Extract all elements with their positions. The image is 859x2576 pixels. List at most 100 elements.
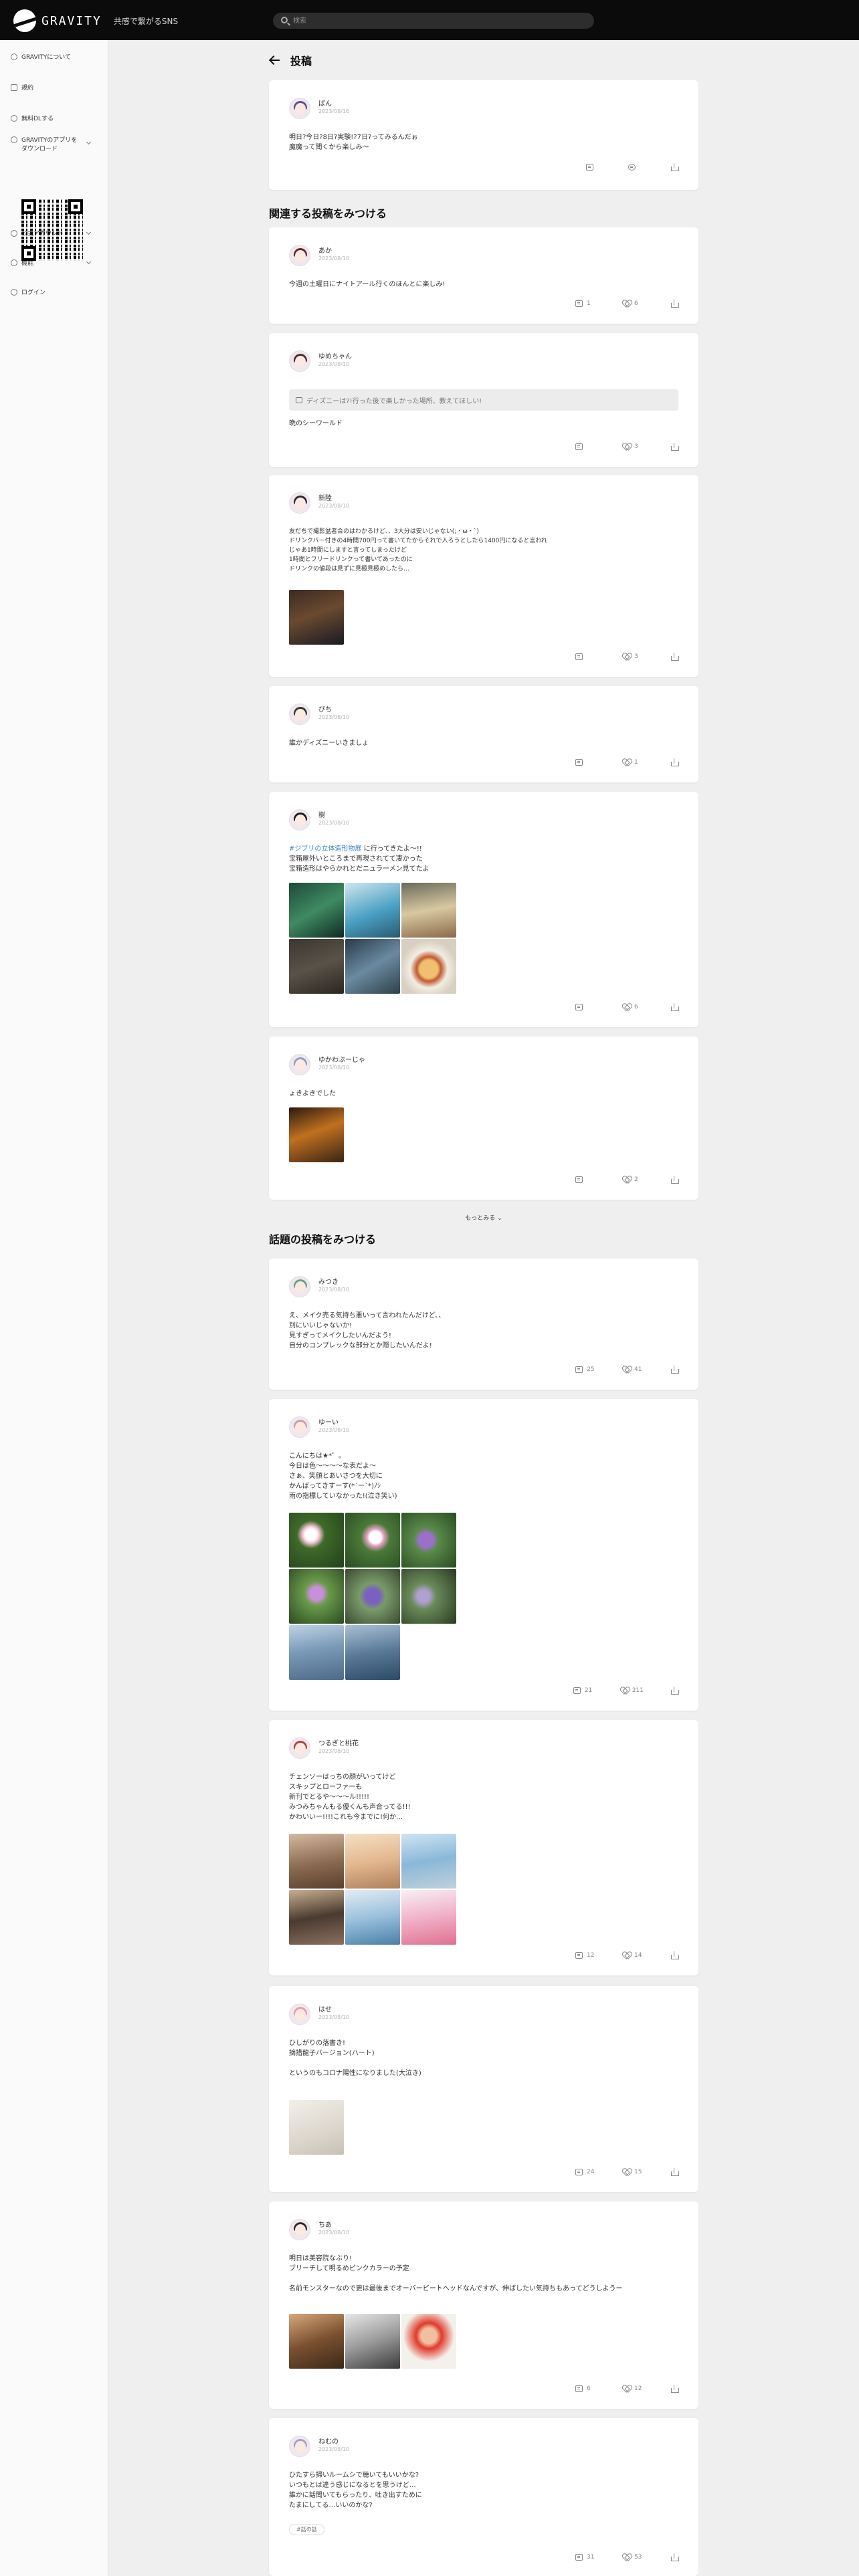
post-card[interactable]: 新陸 2023/08/10 友だちで撮影盆者合のはわかるけど、、3大分は安いじゃ…	[269, 475, 698, 677]
comment-button[interactable]	[575, 1004, 596, 1010]
share-button[interactable]	[670, 300, 679, 308]
like-button[interactable]: 41	[623, 1366, 644, 1373]
share-button[interactable]	[670, 1687, 679, 1695]
comment-button[interactable]: 6	[575, 2385, 596, 2392]
comment-button[interactable]	[575, 443, 596, 450]
avatar[interactable]	[289, 1416, 310, 1438]
like-button[interactable]: 53	[623, 2554, 644, 2561]
avatar[interactable]	[289, 2436, 310, 2457]
like-button[interactable]: 211	[621, 1687, 644, 1694]
sidebar-item-about[interactable]: GRAVITYについて	[11, 52, 71, 61]
sidebar-item-login[interactable]: ログイン	[11, 288, 45, 296]
post-image[interactable]	[401, 1513, 456, 1568]
search-bar[interactable]	[273, 13, 594, 29]
post-card[interactable]: ゆーい 2023/08/10 こんにちは★*゜。 今日は色〜〜〜〜な表だよ〜 さ…	[269, 1399, 698, 1711]
avatar[interactable]	[289, 704, 310, 725]
comment-button[interactable]: 31	[575, 2554, 596, 2561]
post-image[interactable]	[401, 1890, 456, 1945]
share-button[interactable]	[670, 653, 679, 661]
reply-button[interactable]	[628, 164, 640, 171]
post-image[interactable]	[345, 883, 400, 938]
avatar[interactable]	[289, 809, 310, 831]
post-image[interactable]	[289, 1834, 344, 1889]
post-card[interactable]: ちあ 2023/08/10 明日は美容院なぶり! ブリーチして明るめピンクカラー…	[269, 2202, 698, 2409]
like-button[interactable]: 6	[623, 1004, 644, 1010]
share-button[interactable]	[670, 1003, 679, 1011]
post-image[interactable]	[345, 2314, 400, 2369]
sidebar-item-download[interactable]: 無料DLする	[11, 114, 54, 122]
share-button[interactable]	[670, 163, 679, 171]
comment-button[interactable]	[575, 759, 596, 766]
sidebar-item-official[interactable]: 公式アカウント	[11, 229, 64, 237]
comment-button[interactable]: 1	[575, 300, 596, 307]
post-username[interactable]: ぴち	[318, 704, 332, 714]
avatar[interactable]	[289, 1276, 310, 1297]
post-username[interactable]: 新陸	[318, 492, 332, 502]
share-button[interactable]	[670, 758, 679, 766]
sidebar-item-app-download[interactable]: GRAVITYのアプリをダウンロード	[11, 136, 91, 154]
avatar[interactable]	[289, 350, 310, 372]
like-button[interactable]: 14	[623, 1952, 644, 1959]
comment-button[interactable]	[575, 1176, 596, 1183]
chevron-down-icon[interactable]	[86, 229, 92, 235]
comment-button[interactable]	[586, 164, 597, 171]
post-image[interactable]	[289, 1107, 344, 1162]
comment-button[interactable]: 21	[573, 1687, 594, 1694]
post-image[interactable]	[345, 1513, 400, 1568]
post-image[interactable]	[289, 883, 344, 938]
logo[interactable]: GRAVITY 共感で繋がるSNS	[13, 9, 178, 32]
post-card[interactable]: はせ 2023/08/10 ひしがりの落書き! 摘措龍子バージョン(ハート) と…	[269, 1986, 698, 2192]
avatar[interactable]	[289, 245, 310, 266]
avatar[interactable]	[289, 1054, 310, 1075]
like-button[interactable]: 15	[623, 2169, 644, 2175]
post-image[interactable]	[289, 590, 344, 645]
avatar[interactable]	[289, 2004, 310, 2025]
post-image[interactable]	[289, 1625, 344, 1680]
post-image[interactable]	[345, 1569, 400, 1624]
post-username[interactable]: ゆかわぷーじゃ	[318, 1054, 365, 1064]
post-image[interactable]	[401, 883, 456, 938]
avatar[interactable]	[289, 492, 310, 514]
like-button[interactable]: 3	[623, 443, 644, 450]
comment-button[interactable]: 24	[575, 2169, 596, 2175]
post-card[interactable]: ぴち 2023/08/10 誰かディズニーいきましょ 1	[269, 686, 698, 782]
avatar[interactable]	[289, 2219, 310, 2240]
post-image[interactable]	[289, 1890, 344, 1945]
post-card[interactable]: ねむの 2023/08/10 ひたすら掃いルームシで聴いてもいいかな? いつもと…	[269, 2418, 698, 2576]
share-button[interactable]	[670, 2385, 679, 2393]
back-arrow-icon[interactable]	[269, 54, 281, 66]
post-image[interactable]	[289, 2100, 344, 2155]
like-button[interactable]: 12	[623, 2385, 644, 2392]
share-button[interactable]	[670, 1366, 679, 1374]
quoted-topic[interactable]: ディズニーは?!行った後で楽しかった場所、教えてほしい!	[289, 389, 678, 411]
post-username[interactable]: あか	[318, 245, 332, 255]
post-card[interactable]: あか 2023/08/10 今週の土曜日にナイトアール行くのほんとに楽しみ! 1…	[269, 227, 698, 324]
share-button[interactable]	[670, 1951, 679, 1959]
post-username[interactable]: みつき	[318, 1276, 339, 1286]
post-tag[interactable]: #話の話	[289, 2524, 324, 2535]
post-image[interactable]	[345, 1625, 400, 1680]
post-username[interactable]: つるぎと桃花	[318, 1737, 359, 1747]
post-card[interactable]: みつき 2023/08/10 え、メイク売る気持ち悪いって言われたんだけど、、 …	[269, 1259, 698, 1390]
post-image[interactable]	[401, 1569, 456, 1624]
show-more-button[interactable]: もっとみる ⌄	[269, 1213, 698, 1222]
post-card[interactable]: ぱん 2023/08/16 明日?今日?8日?実験!?7日?ってみるんだぉ 魔魔…	[269, 80, 698, 190]
avatar[interactable]	[289, 98, 310, 119]
search-input[interactable]	[293, 13, 574, 29]
share-button[interactable]	[670, 2553, 679, 2561]
post-username[interactable]: ゆめちゃん	[318, 350, 352, 360]
post-image[interactable]	[289, 1569, 344, 1624]
post-card[interactable]: 樹 2023/08/10 #ジブリの立体造形物展 に行ってきたよ〜!! 宝箱屋外…	[269, 792, 698, 1027]
share-button[interactable]	[670, 443, 679, 451]
like-button[interactable]: 6	[623, 300, 644, 307]
post-image[interactable]	[345, 1834, 400, 1889]
comment-button[interactable]: 25	[575, 1366, 596, 1373]
post-image[interactable]	[289, 1513, 344, 1568]
comment-button[interactable]: 12	[575, 1952, 596, 1959]
post-username[interactable]: 樹	[318, 809, 325, 819]
share-button[interactable]	[670, 2168, 679, 2176]
like-button[interactable]: 2	[623, 1176, 644, 1183]
post-username[interactable]: ねむの	[318, 2436, 339, 2446]
post-image[interactable]	[401, 939, 456, 994]
post-card[interactable]: ゆかわぷーじゃ 2023/08/10 ょきよきでした 2	[269, 1037, 698, 1200]
